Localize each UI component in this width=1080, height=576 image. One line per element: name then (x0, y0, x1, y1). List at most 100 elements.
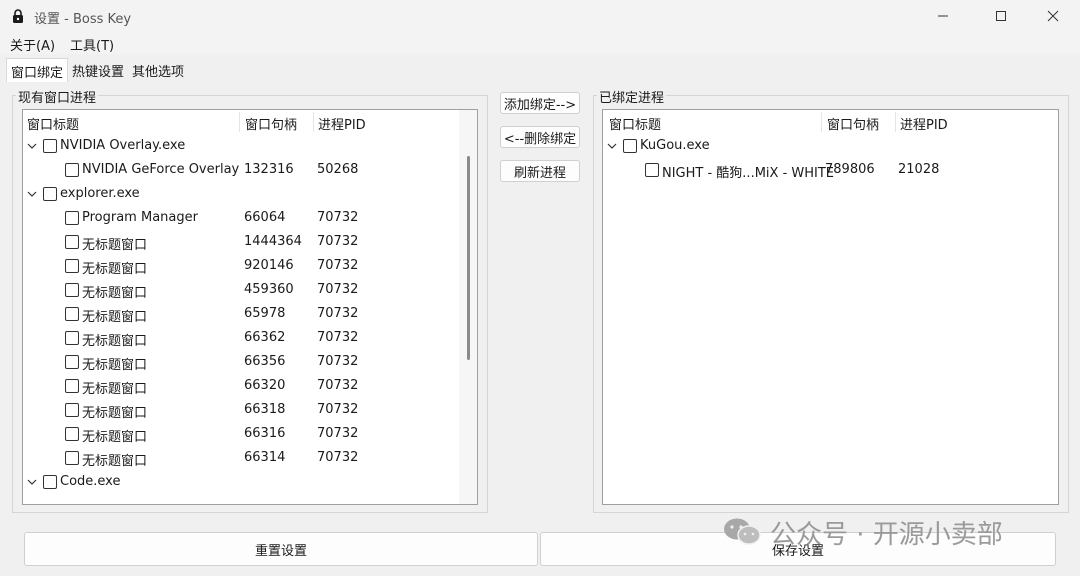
row-checkbox[interactable] (65, 451, 79, 465)
current-processes-tree[interactable]: 窗口标题 窗口句柄 进程PID NVIDIA Overlay.exe NVIDIA… (22, 109, 478, 505)
current-processes-label: 现有窗口进程 (16, 87, 99, 106)
tree-group-row[interactable]: explorer.exe (23, 182, 477, 206)
tree-header: 窗口标题 窗口句柄 进程PID (23, 110, 477, 134)
column-separator (821, 112, 822, 132)
col-window-handle[interactable]: 窗口句柄 (827, 114, 879, 133)
row-checkbox[interactable] (65, 379, 79, 393)
wechat-icon (724, 518, 761, 545)
row-title: Code.exe (60, 474, 121, 489)
close-button[interactable] (1030, 0, 1076, 32)
row-handle: 66356 (244, 354, 286, 369)
tree-group-row[interactable]: NVIDIA Overlay.exe (23, 134, 477, 158)
tab-other-options[interactable]: 其他选项 (128, 58, 188, 82)
window-title: 设置 - Boss Key (34, 12, 132, 27)
row-title: NVIDIA GeForce Overlay (82, 162, 240, 177)
row-pid: 70732 (317, 402, 359, 417)
tree-row[interactable]: 无标题窗口 1444364 70732 (23, 230, 477, 254)
tree-row[interactable]: 无标题窗口 459360 70732 (23, 278, 477, 302)
row-title: 无标题窗口 (82, 454, 148, 469)
tree-group-row[interactable]: KuGou.exe (603, 134, 1058, 158)
row-checkbox[interactable] (43, 139, 57, 153)
reset-settings-button[interactable]: 重置设置 (24, 532, 538, 566)
vertical-scrollbar[interactable] (459, 110, 477, 504)
add-binding-button[interactable]: 添加绑定--> (500, 92, 580, 114)
row-title: 无标题窗口 (82, 286, 148, 301)
tab-window-binding[interactable]: 窗口绑定 (6, 58, 69, 82)
bound-processes-tree[interactable]: 窗口标题 窗口句柄 进程PID KuGou.exe NIGHT - 酷狗...Mi… (602, 109, 1059, 505)
row-pid: 70732 (317, 282, 359, 297)
row-handle: 459360 (244, 282, 294, 297)
col-window-title[interactable]: 窗口标题 (27, 114, 79, 133)
tree-group-row[interactable]: Code.exe (23, 470, 477, 494)
tree-row[interactable]: 无标题窗口 66314 70732 (23, 446, 477, 470)
chevron-down-icon[interactable] (607, 141, 617, 151)
row-title: 无标题窗口 (82, 358, 148, 373)
row-handle: 66316 (244, 426, 286, 441)
menu-about[interactable]: 关于(A) (10, 35, 55, 54)
tree-row[interactable]: 无标题窗口 65978 70732 (23, 302, 477, 326)
row-title: Program Manager (82, 210, 198, 225)
tree-row[interactable]: NVIDIA GeForce Overlay 132316 50268 (23, 158, 477, 182)
chevron-down-icon[interactable] (27, 477, 37, 487)
row-pid: 70732 (317, 378, 359, 393)
chevron-down-icon[interactable] (27, 189, 37, 199)
tab-strip: 窗口绑定 热键设置 其他选项 (6, 58, 188, 82)
scrollbar-thumb[interactable] (467, 156, 470, 360)
col-process-pid[interactable]: 进程PID (900, 114, 948, 133)
row-checkbox[interactable] (65, 163, 79, 177)
row-checkbox[interactable] (65, 211, 79, 225)
row-title: 无标题窗口 (82, 334, 148, 349)
maximize-button[interactable] (978, 0, 1024, 32)
tree-row[interactable]: 无标题窗口 920146 70732 (23, 254, 477, 278)
column-separator (895, 112, 896, 132)
tree-row[interactable]: NIGHT - 酷狗...MiX - WHITE 789806 21028 (603, 158, 1058, 182)
row-handle: 132316 (244, 162, 294, 177)
row-title: explorer.exe (60, 186, 140, 201)
row-checkbox[interactable] (65, 283, 79, 297)
lock-icon (13, 9, 23, 23)
row-pid: 50268 (317, 162, 359, 177)
row-checkbox[interactable] (65, 235, 79, 249)
tab-page: 现有窗口进程 窗口标题 窗口句柄 进程PID NVIDIA Overlay.ex… (10, 82, 1072, 518)
tree-row[interactable]: 无标题窗口 66320 70732 (23, 374, 477, 398)
menu-bar: 关于(A) 工具(T) (0, 32, 1080, 54)
bound-processes-label: 已绑定进程 (597, 87, 667, 106)
row-checkbox[interactable] (65, 427, 79, 441)
minimize-button[interactable] (920, 0, 966, 32)
row-pid: 70732 (317, 450, 359, 465)
row-handle: 789806 (825, 162, 875, 177)
tree-row[interactable]: Program Manager 66064 70732 (23, 206, 477, 230)
column-separator (239, 112, 240, 132)
row-handle: 65978 (244, 306, 286, 321)
row-checkbox[interactable] (43, 475, 57, 489)
tree-row[interactable]: 无标题窗口 66316 70732 (23, 422, 477, 446)
row-title: 无标题窗口 (82, 406, 148, 421)
menu-tools[interactable]: 工具(T) (70, 35, 114, 54)
row-pid: 70732 (317, 234, 359, 249)
col-window-title[interactable]: 窗口标题 (609, 114, 661, 133)
row-checkbox[interactable] (65, 307, 79, 321)
row-handle: 920146 (244, 258, 294, 273)
col-window-handle[interactable]: 窗口句柄 (245, 114, 297, 133)
row-checkbox[interactable] (43, 187, 57, 201)
tree-row[interactable]: 无标题窗口 66362 70732 (23, 326, 477, 350)
row-checkbox[interactable] (65, 259, 79, 273)
row-title: 无标题窗口 (82, 430, 148, 445)
row-checkbox[interactable] (65, 355, 79, 369)
tree-row[interactable]: 无标题窗口 66356 70732 (23, 350, 477, 374)
refresh-processes-button[interactable]: 刷新进程 (500, 160, 580, 182)
row-checkbox[interactable] (65, 331, 79, 345)
tree-row[interactable]: 无标题窗口 66318 70732 (23, 398, 477, 422)
minimize-icon (938, 15, 948, 17)
row-checkbox[interactable] (623, 139, 637, 153)
row-title: NIGHT - 酷狗...MiX - WHITE (662, 166, 835, 181)
row-checkbox[interactable] (65, 403, 79, 417)
col-process-pid[interactable]: 进程PID (318, 114, 366, 133)
row-title: NVIDIA Overlay.exe (60, 138, 186, 153)
tab-hotkey-settings[interactable]: 热键设置 (68, 58, 128, 82)
row-checkbox[interactable] (645, 163, 659, 177)
row-title: 无标题窗口 (82, 238, 148, 253)
chevron-down-icon[interactable] (27, 141, 37, 151)
row-pid: 70732 (317, 210, 359, 225)
remove-binding-button[interactable]: <--删除绑定 (500, 126, 580, 148)
